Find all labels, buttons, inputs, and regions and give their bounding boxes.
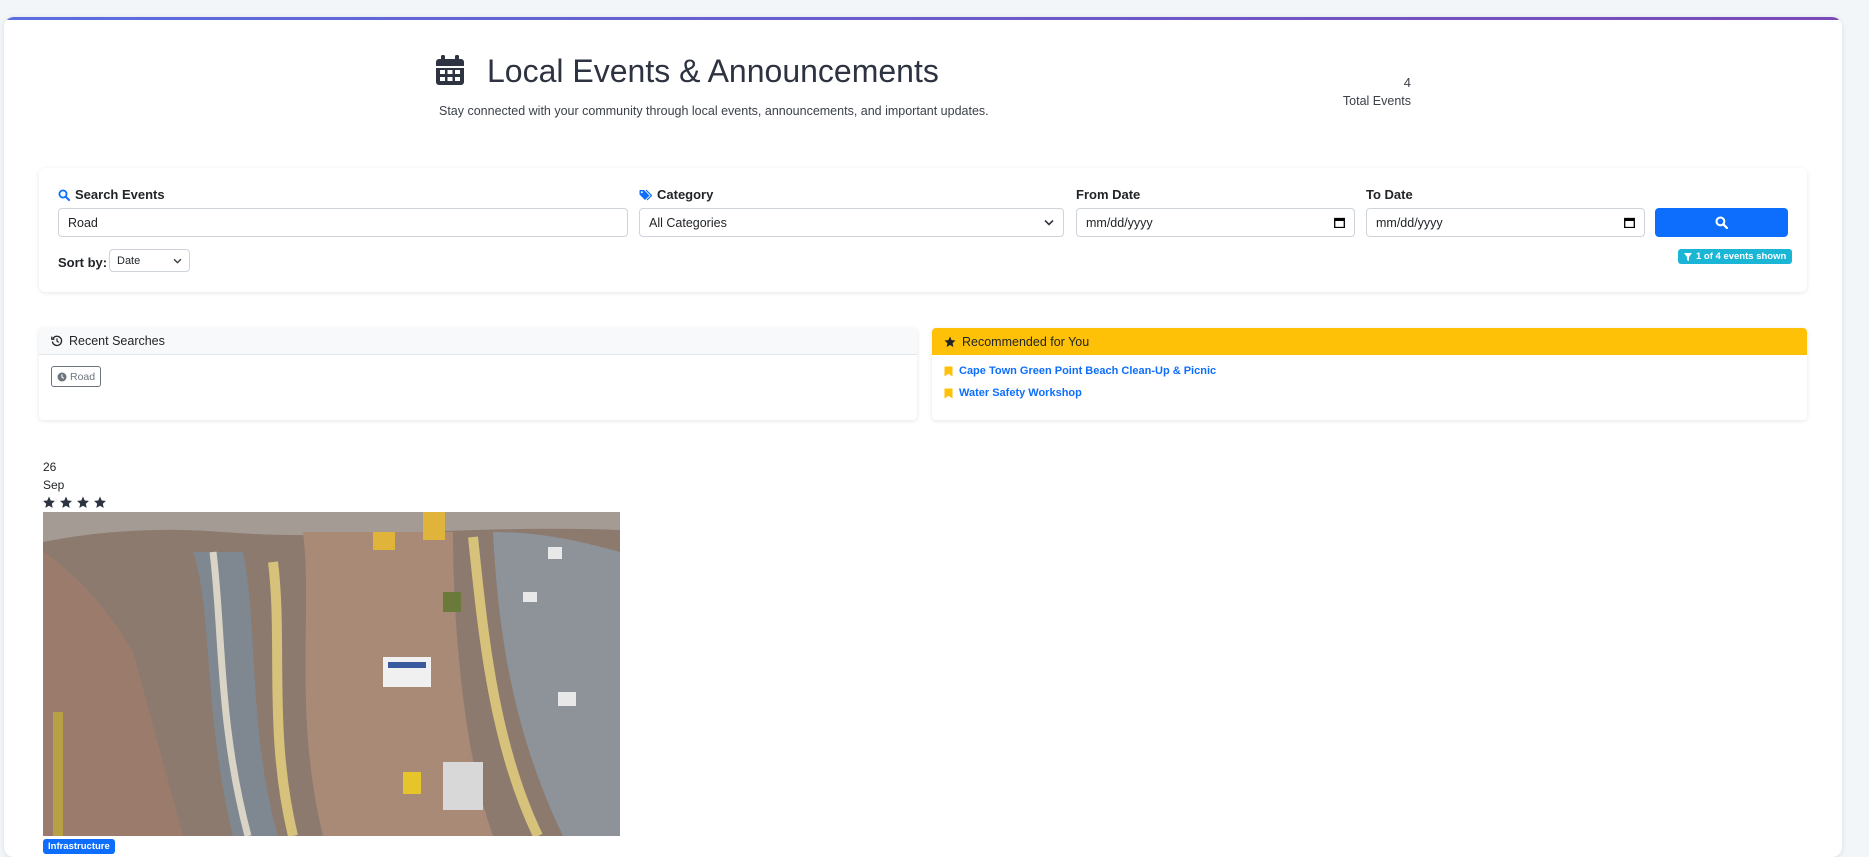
star-icon	[77, 496, 89, 508]
recommended-item-link[interactable]: Cape Town Green Point Beach Clean-Up & P…	[959, 365, 1216, 377]
sort-select[interactable]: Date	[109, 249, 190, 272]
main-card: Local Events & Announcements Stay connec…	[4, 17, 1842, 857]
bookmark-icon	[944, 366, 953, 376]
recent-searches-panel: Recent Searches Road	[39, 328, 917, 420]
category-select[interactable]: All Categories	[639, 208, 1064, 237]
recommended-item[interactable]: Cape Town Green Point Beach Clean-Up & P…	[944, 365, 1216, 377]
recommended-panel: Recommended for You Cape Town Green Poin…	[932, 328, 1807, 420]
total-events-value: 4	[1403, 75, 1411, 90]
recommended-item-link[interactable]: Water Safety Workshop	[959, 387, 1082, 399]
recommended-title: Recommended for You	[962, 334, 1090, 349]
recommended-item[interactable]: Water Safety Workshop	[944, 387, 1082, 399]
to-date-value: mm/dd/yyyy	[1376, 215, 1443, 230]
event-category-badge: Infrastructure	[43, 839, 115, 854]
from-date-label-text: From Date	[1076, 187, 1141, 202]
search-label-text: Search Events	[75, 187, 165, 202]
search-label: Search Events	[58, 187, 165, 202]
recent-search-chip[interactable]: Road	[51, 366, 102, 387]
category-label-text: Category	[657, 187, 714, 202]
filter-icon	[1684, 252, 1692, 261]
calendar-icon	[436, 55, 464, 85]
accent-bar	[4, 17, 1842, 20]
recent-searches-header: Recent Searches	[39, 328, 917, 355]
star-icon	[944, 336, 956, 347]
chevron-down-icon	[173, 258, 182, 264]
results-count-text: 1 of 4 events shown	[1696, 251, 1787, 262]
calendar-picker-icon[interactable]	[1334, 217, 1345, 228]
recommended-header: Recommended for You	[932, 328, 1807, 355]
event-month: Sep	[43, 478, 65, 492]
total-events-label: Total Events	[1342, 94, 1411, 108]
bookmark-icon	[944, 388, 953, 398]
page-title: Local Events & Announcements	[487, 53, 939, 89]
from-date-input[interactable]: mm/dd/yyyy	[1076, 208, 1355, 237]
event-image[interactable]	[43, 512, 620, 836]
search-icon	[1715, 216, 1728, 229]
recent-searches-title: Recent Searches	[69, 334, 165, 348]
category-select-value: All Categories	[649, 215, 727, 230]
recent-search-chip-label: Road	[70, 370, 96, 383]
event-day: 26	[43, 460, 57, 474]
search-input[interactable]: Road	[58, 208, 628, 237]
results-count-badge: 1 of 4 events shown	[1678, 249, 1793, 264]
to-date-label-text: To Date	[1366, 187, 1413, 202]
sort-select-value: Date	[117, 254, 141, 267]
clock-icon	[57, 372, 67, 381]
event-rating	[42, 496, 107, 509]
search-button[interactable]	[1655, 208, 1788, 237]
chevron-down-icon	[1044, 219, 1054, 226]
sort-label: Sort by:	[58, 255, 108, 270]
star-icon	[43, 496, 55, 508]
filter-card: Search Events Road Category All Categori…	[39, 168, 1807, 292]
from-date-label: From Date	[1076, 187, 1140, 202]
page-subtitle: Stay connected with your community throu…	[439, 104, 989, 118]
search-icon	[58, 189, 70, 201]
tags-icon	[639, 189, 652, 200]
star-icon	[60, 496, 72, 508]
history-icon	[51, 335, 63, 347]
to-date-input[interactable]: mm/dd/yyyy	[1366, 208, 1645, 237]
to-date-label: To Date	[1366, 187, 1413, 202]
search-input-value: Road	[68, 215, 98, 230]
star-icon	[94, 496, 106, 508]
from-date-value: mm/dd/yyyy	[1086, 215, 1153, 230]
total-events-stat: 4 Total Events	[1343, 74, 1411, 110]
category-label: Category	[639, 187, 713, 202]
calendar-picker-icon[interactable]	[1624, 217, 1635, 228]
